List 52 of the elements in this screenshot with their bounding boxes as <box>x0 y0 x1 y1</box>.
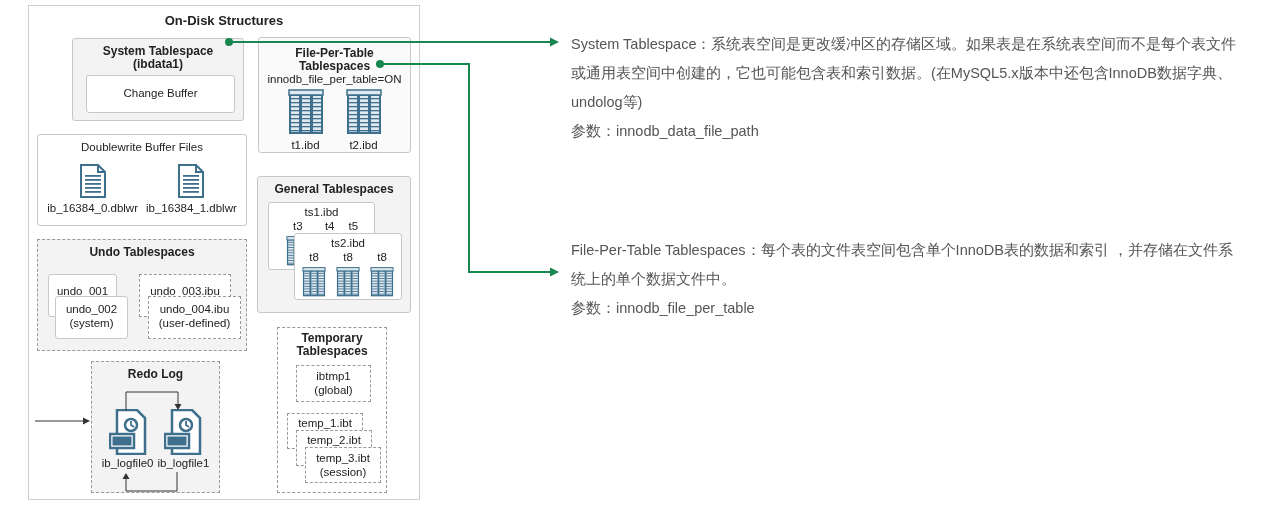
file-label: ib_16384_1.dblwr <box>146 201 237 216</box>
table-icon <box>345 89 382 136</box>
file-label: temp_1.ibt <box>298 417 352 431</box>
table-icon <box>287 89 324 136</box>
table-label: t8 <box>343 250 353 265</box>
box-title: System Tablespace <box>102 45 214 59</box>
file-label: undo_002 <box>65 303 118 317</box>
table-label: t4 <box>324 219 335 234</box>
file-note: (user-defined) <box>158 316 231 331</box>
table-icon <box>335 266 361 297</box>
table-label: t5 <box>348 219 359 234</box>
file-label: t1.ibd <box>291 139 320 153</box>
file-note: (system) <box>69 316 114 331</box>
file-note: (session) <box>319 465 367 480</box>
file-label: ib_logfile0 <box>101 457 154 471</box>
box-title: Redo Log <box>127 368 184 382</box>
arrow <box>35 416 91 426</box>
file-label: ts2.ibd <box>331 237 365 251</box>
box-title: Doublewrite Buffer Files <box>81 141 203 155</box>
parameter-text: 参数：innodb_file_per_table <box>571 299 756 318</box>
table-icon <box>301 266 327 297</box>
box-title: General Tablespaces <box>274 183 394 197</box>
document-icon <box>79 163 106 198</box>
cycle-arrow <box>122 472 180 492</box>
table-icon <box>369 266 395 297</box>
setting-label: innodb_file_per_table=ON <box>267 73 402 88</box>
box-title: File-Per-Table Tablespaces <box>294 47 375 74</box>
table-label: t8 <box>377 250 387 265</box>
description-text: System Tablespace：系统表空间是更改缓冲区的存储区域。如果表是在系统表空间而不是每个表文件或通用表空间中创建的，它也可能包含表和索引数据。(在MySQL5.x版本中还包含InnoDB数据字典、undolog等) <box>571 35 1238 112</box>
box-subtitle: (ibdata1) <box>133 58 183 72</box>
box-title: Temporary Tablespaces <box>295 332 369 359</box>
description-text: File-Per-Table Tablespaces：每个表的文件表空间包含单个InnoDB表的数据和索引 ，并存储在文件系统上的单个数据文件中。 <box>571 241 1234 289</box>
file-note: (global) <box>314 383 353 398</box>
box-title: Undo Tablespaces <box>89 246 195 260</box>
parameter-text: 参数：innodb_data_file_path <box>571 122 760 141</box>
table-label: t8 <box>309 250 319 265</box>
file-label: ib_16384_0.dblwr <box>47 201 138 216</box>
diagram-title: On-Disk Structures <box>164 13 284 28</box>
file-label: ibtmp1 <box>316 370 351 384</box>
log-file-icon <box>164 409 203 456</box>
file-label: undo_004.ibu <box>159 303 230 317</box>
file-label: ts1.ibd <box>304 206 339 220</box>
log-file-icon <box>108 409 147 456</box>
table-label: t3 <box>293 219 303 234</box>
box-label: Change Buffer <box>123 87 198 101</box>
file-label: temp_3.ibt <box>316 452 370 466</box>
file-label: undo_003.ibu <box>150 285 220 299</box>
file-label: temp_2.ibt <box>307 434 361 448</box>
file-label: t2.ibd <box>349 139 378 153</box>
document-icon <box>178 163 205 198</box>
file-label: ib_logfile1 <box>157 457 210 471</box>
cycle-arrow <box>125 391 183 411</box>
